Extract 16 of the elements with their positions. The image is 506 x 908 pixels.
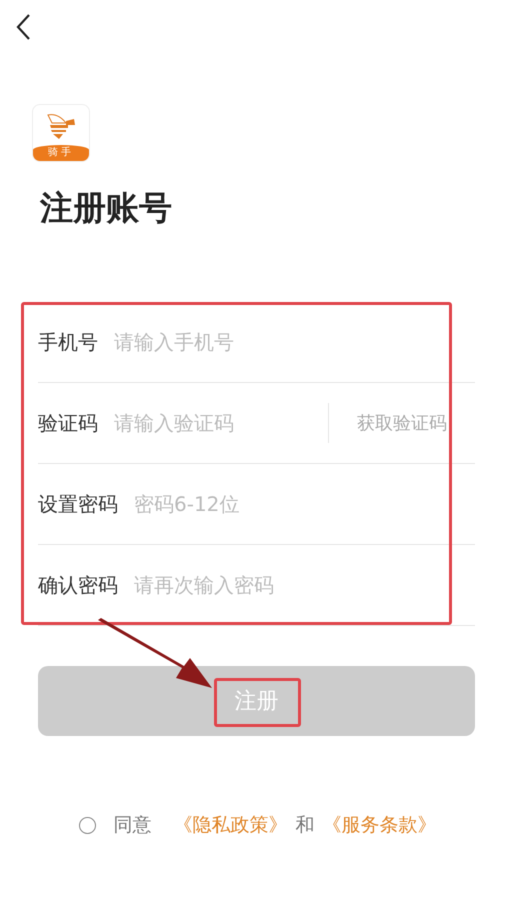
privacy-link[interactable]: 《隐私政策》 [174, 812, 288, 838]
logo-label: 骑手 [33, 145, 89, 161]
page-title: 注册账号 [40, 188, 173, 228]
input-field[interactable]: 密码6-12位 [134, 492, 475, 516]
input-field[interactable]: 请输入手机号 [114, 330, 475, 354]
field-label: 验证码 [38, 410, 98, 436]
field-label: 确认密码 [38, 572, 118, 598]
terms-link[interactable]: 《服务条款》 [322, 812, 436, 838]
get-code-button[interactable]: 获取验证码 [343, 411, 447, 435]
field-label: 手机号 [38, 328, 98, 356]
field-label: 设置密码 [38, 490, 118, 518]
input-field[interactable]: 请输入验证码 [114, 411, 328, 435]
agree-text: 同意 [114, 813, 152, 838]
joiner-text: 和 [296, 813, 314, 838]
input-field[interactable]: 请再次输入密码 [134, 573, 475, 597]
agree-radio[interactable] [78, 816, 96, 834]
